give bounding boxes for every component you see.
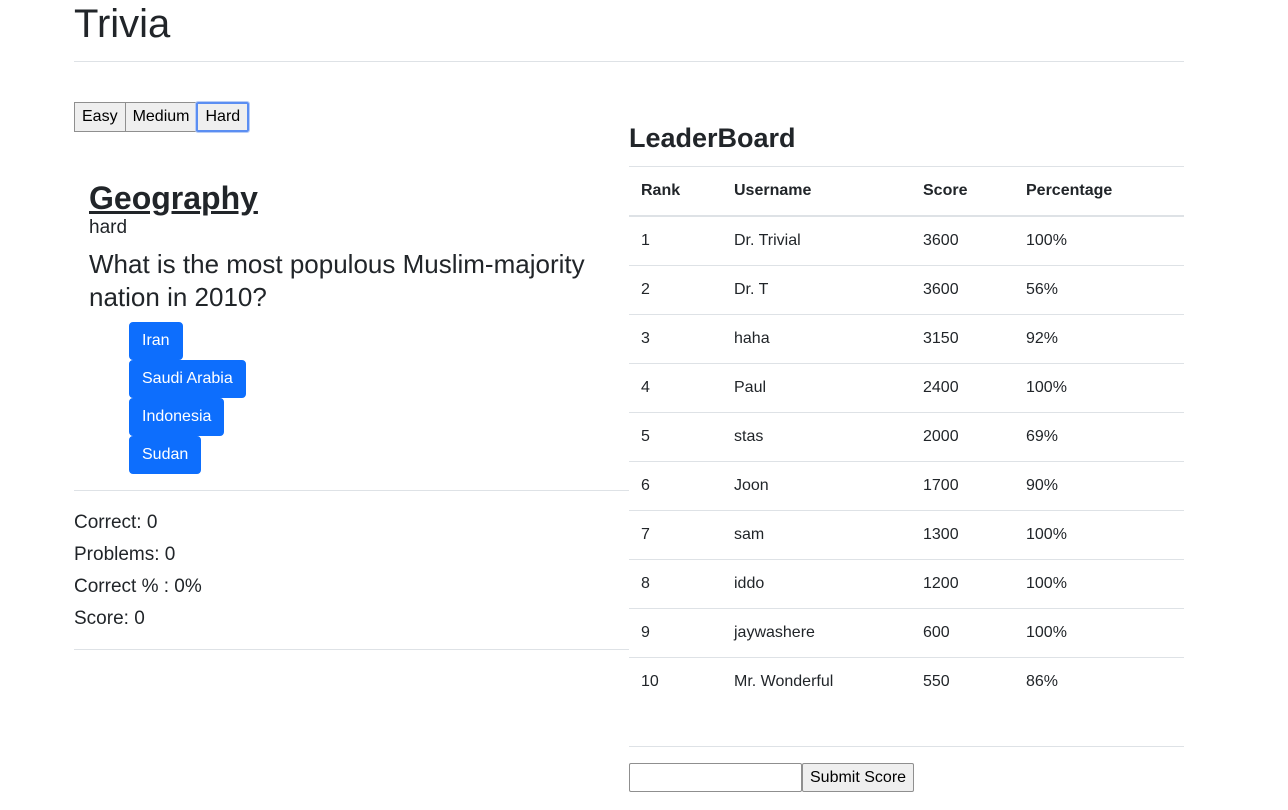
- cell-score: 2400: [911, 363, 1014, 413]
- table-row: 2 Dr. T 3600 56%: [629, 265, 1184, 315]
- cell-score: 1200: [911, 559, 1014, 609]
- difficulty-easy-button[interactable]: Easy: [74, 102, 126, 132]
- table-row: 8 iddo 1200 100%: [629, 559, 1184, 609]
- cell-username: Dr. Trivial: [722, 216, 911, 266]
- cell-rank: 5: [629, 412, 722, 462]
- stats-panel: Correct: 0 Problems: 0 Correct % : 0% Sc…: [74, 490, 629, 650]
- column-header-score: Score: [911, 167, 1014, 217]
- cell-score: 600: [911, 608, 1014, 658]
- leaderboard-table: Rank Username Score Percentage 1 Dr. Tri…: [629, 167, 1184, 706]
- submit-score-form: Submit Score: [629, 746, 1184, 792]
- answer-list: Iran Saudi Arabia Indonesia Sudan: [89, 322, 614, 474]
- table-row: 7 sam 1300 100%: [629, 510, 1184, 560]
- table-row: 6 Joon 1700 90%: [629, 461, 1184, 511]
- cell-percentage: 86%: [1026, 672, 1059, 690]
- table-row: 1 Dr. Trivial 3600 100%: [629, 216, 1184, 266]
- column-header-percentage: Percentage: [1014, 167, 1184, 217]
- answer-button[interactable]: Saudi Arabia: [129, 360, 246, 398]
- difficulty-selector: Easy Medium Hard: [74, 101, 629, 133]
- table-row: 3 haha 3150 92%: [629, 314, 1184, 364]
- cell-rank: 9: [629, 608, 722, 658]
- cell-username: Mr. Wonderful: [734, 672, 834, 690]
- difficulty-hard-button[interactable]: Hard: [195, 101, 251, 133]
- table-row: 9 jaywashere 600 100%: [629, 608, 1184, 658]
- column-header-rank: Rank: [629, 167, 722, 217]
- table-row: 4 Paul 2400 100%: [629, 363, 1184, 413]
- cell-percentage: 100%: [1014, 559, 1184, 609]
- cell-rank: 8: [629, 559, 722, 609]
- stat-percent: Correct % : 0%: [74, 576, 202, 597]
- question-card: Geography hard What is the most populous…: [74, 180, 629, 474]
- table-row: 5 stas 2000 69%: [629, 412, 1184, 462]
- cell-username: sam: [722, 510, 911, 560]
- cell-percentage: 100%: [1014, 510, 1184, 560]
- cell-score: 2000: [911, 412, 1014, 462]
- cell-percentage: 100%: [1014, 216, 1184, 266]
- page-container: Trivia Easy Medium Hard Geography hard W…: [74, 0, 1184, 792]
- stat-problems: Problems: 0: [74, 544, 176, 565]
- answer-button[interactable]: Indonesia: [129, 398, 225, 436]
- leaderboard-title: LeaderBoard: [629, 102, 1184, 167]
- username-input[interactable]: [629, 763, 802, 792]
- cell-rank: 10: [641, 672, 659, 690]
- cell-username: Dr. T: [722, 265, 911, 315]
- cell-rank: 2: [629, 265, 722, 315]
- question-difficulty: hard: [89, 217, 128, 238]
- cell-rank: 3: [629, 314, 722, 364]
- cell-percentage: 100%: [1014, 363, 1184, 413]
- question-category: Geography: [89, 180, 258, 216]
- cell-percentage: 100%: [1014, 608, 1184, 658]
- cell-percentage: 69%: [1014, 412, 1184, 462]
- cell-username: Joon: [722, 461, 911, 511]
- cell-username: iddo: [722, 559, 911, 609]
- app-title: Trivia: [74, 0, 1184, 62]
- answer-button[interactable]: Iran: [129, 322, 183, 360]
- column-header-username: Username: [722, 167, 911, 217]
- submit-score-button[interactable]: Submit Score: [802, 763, 915, 792]
- cell-rank: 7: [629, 510, 722, 560]
- cell-score: 1300: [911, 510, 1014, 560]
- table-row: 10 Mr. Wonderful 550 86%: [629, 657, 1184, 706]
- stat-score: Score: 0: [74, 608, 145, 629]
- stat-correct: Correct: 0: [74, 512, 158, 533]
- cell-score: 1700: [911, 461, 1014, 511]
- answer-button[interactable]: Sudan: [129, 436, 202, 474]
- difficulty-medium-button[interactable]: Medium: [124, 102, 198, 132]
- cell-score: 3600: [911, 216, 1014, 266]
- cell-username: stas: [722, 412, 911, 462]
- question-text: What is the most populous Muslim-majorit…: [89, 249, 585, 312]
- leaderboard-panel: LeaderBoard Rank Username Score Percenta…: [629, 102, 1184, 792]
- cell-username: jaywashere: [722, 608, 911, 658]
- cell-username: Paul: [722, 363, 911, 413]
- cell-percentage: 92%: [1014, 314, 1184, 364]
- cell-percentage: 90%: [1014, 461, 1184, 511]
- cell-score: 3150: [911, 314, 1014, 364]
- cell-score: 3600: [911, 265, 1014, 315]
- cell-score: 550: [923, 672, 950, 690]
- cell-rank: 6: [629, 461, 722, 511]
- table-header-row: Rank Username Score Percentage: [629, 167, 1184, 217]
- cell-rank: 4: [629, 363, 722, 413]
- game-panel: Easy Medium Hard Geography hard What is …: [74, 101, 629, 650]
- cell-username: haha: [722, 314, 911, 364]
- cell-rank: 1: [629, 216, 722, 266]
- cell-percentage: 56%: [1014, 265, 1184, 315]
